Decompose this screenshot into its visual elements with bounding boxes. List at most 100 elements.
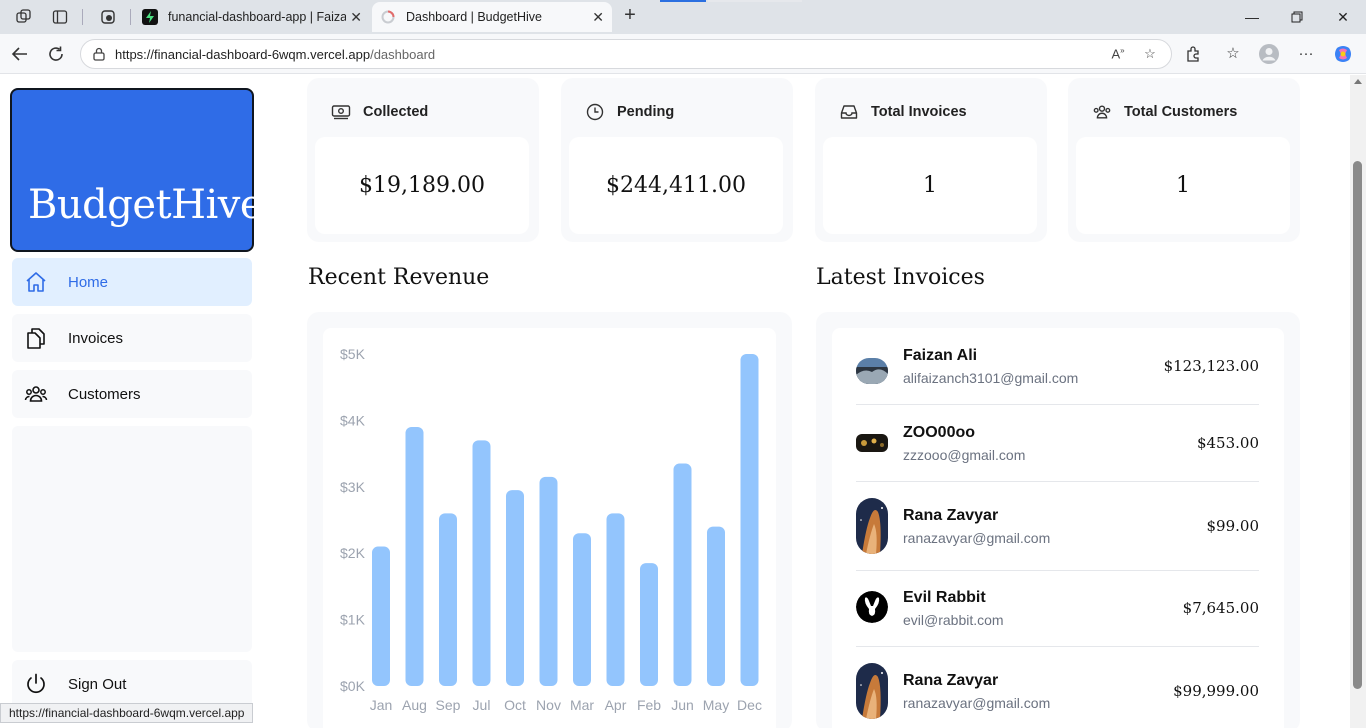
banknotes-icon bbox=[331, 102, 351, 122]
invoice-row[interactable]: Evil Rabbit evil@rabbit.com $7,645.00 bbox=[856, 586, 1259, 646]
restore-icon[interactable] bbox=[1285, 6, 1309, 28]
tab-accent-line bbox=[660, 0, 706, 2]
extensions-icon[interactable] bbox=[1182, 43, 1204, 65]
close-tab-icon[interactable]: ✕ bbox=[350, 9, 362, 26]
invoice-row[interactable]: Rana Zavyar ranazavyar@gmail.com $99.00 bbox=[856, 498, 1259, 564]
revenue-chart: $5K $4K $3K $2K $1K $0KJan Aug Sep Jul Oct Nov Mar A… bbox=[340, 346, 762, 713]
site-info-icon[interactable] bbox=[91, 46, 107, 62]
favorite-star-icon[interactable]: ☆ bbox=[1141, 46, 1159, 64]
dashboard-page: BudgetHive Home Invoices Customers Sign … bbox=[0, 75, 1350, 728]
sidebar-item-customers[interactable]: Customers bbox=[12, 370, 252, 418]
invoice-row[interactable]: ZOO00oo zzzooo@gmail.com $453.00 bbox=[856, 421, 1259, 481]
revenue-bar bbox=[372, 546, 390, 686]
profile-avatar-icon[interactable] bbox=[1258, 43, 1280, 65]
invoice-amount: $99,999.00 bbox=[1173, 682, 1259, 700]
invoice-customer-email: zzzooo@gmail.com bbox=[903, 447, 1026, 463]
document-duplicate-icon bbox=[24, 326, 48, 350]
card-collected: Collected $19,189.00 bbox=[307, 78, 539, 242]
x-axis-tick-label: Nov bbox=[536, 697, 561, 713]
tab-actions-icon[interactable] bbox=[49, 6, 71, 28]
url-path: /dashboard bbox=[370, 47, 436, 62]
card-value: $244,411.00 bbox=[569, 137, 783, 234]
y-axis-tick-label: $0K bbox=[340, 678, 366, 694]
invoice-customer-email: alifaizanch3101@gmail.com bbox=[903, 370, 1079, 386]
home-icon bbox=[24, 270, 48, 294]
tab-title: Dashboard | BudgetHive bbox=[406, 10, 542, 24]
new-tab-button[interactable]: + bbox=[618, 4, 642, 28]
pinned-tab-icon[interactable] bbox=[97, 6, 119, 28]
url-field[interactable]: https://financial-dashboard-6wqm.vercel.… bbox=[80, 39, 1172, 69]
x-axis-tick-label: Dec bbox=[737, 697, 762, 713]
copilot-icon[interactable] bbox=[1332, 43, 1354, 65]
sidebar-item-home[interactable]: Home bbox=[12, 258, 252, 306]
inbox-icon bbox=[839, 102, 859, 122]
x-axis-tick-label: Jan bbox=[370, 697, 393, 713]
latest-invoices-title: Latest Invoices bbox=[816, 265, 985, 290]
revenue-bar bbox=[405, 427, 424, 686]
sidebar-item-label: Invoices bbox=[68, 329, 124, 347]
card-title: Collected bbox=[363, 104, 429, 120]
revenue-bar bbox=[640, 563, 658, 686]
scroll-thumb[interactable] bbox=[1353, 161, 1362, 689]
address-bar: https://financial-dashboard-6wqm.vercel.… bbox=[0, 34, 1366, 74]
clock-icon bbox=[585, 102, 605, 122]
row-divider bbox=[856, 481, 1259, 482]
revenue-bar bbox=[472, 440, 491, 686]
row-divider bbox=[856, 646, 1259, 647]
sign-out-button[interactable]: Sign Out bbox=[12, 660, 252, 708]
y-axis-tick-label: $4K bbox=[340, 412, 366, 428]
y-axis-tick-label: $5K bbox=[340, 346, 366, 362]
card-value: 1 bbox=[1076, 137, 1290, 234]
scroll-up-arrow-icon[interactable] bbox=[1354, 79, 1362, 84]
y-axis-tick-label: $2K bbox=[340, 545, 366, 561]
tab-funancial-dashboard[interactable]: funancial-dashboard-app | Faizan ✕ bbox=[134, 2, 370, 32]
latest-invoices-panel: Faizan Ali alifaizanch3101@gmail.com $12… bbox=[816, 312, 1300, 728]
minimize-icon[interactable]: — bbox=[1240, 6, 1264, 28]
sidebar-item-invoices[interactable]: Invoices bbox=[12, 314, 252, 362]
card-total-customers: Total Customers 1 bbox=[1068, 78, 1300, 242]
invoice-amount: $453.00 bbox=[1196, 434, 1259, 452]
favorites-icon[interactable]: ☆ bbox=[1222, 43, 1244, 65]
customer-avatar bbox=[856, 498, 888, 554]
latest-invoices-list: Faizan Ali alifaizanch3101@gmail.com $12… bbox=[832, 328, 1284, 728]
x-axis-tick-label: Mar bbox=[570, 697, 594, 713]
tab-separator bbox=[130, 9, 131, 25]
tab-dashboard-budgethive[interactable]: Dashboard | BudgetHive ✕ bbox=[372, 2, 612, 32]
card-pending: Pending $244,411.00 bbox=[561, 78, 793, 242]
customer-avatar bbox=[856, 591, 888, 623]
x-axis-tick-label: Jul bbox=[473, 697, 491, 713]
user-group-icon bbox=[24, 382, 48, 406]
customer-avatar bbox=[856, 434, 888, 452]
revenue-bar bbox=[673, 463, 692, 686]
brand-logo[interactable]: BudgetHive bbox=[10, 88, 264, 252]
revenue-bar bbox=[539, 476, 558, 686]
invoice-amount: $99.00 bbox=[1206, 517, 1260, 535]
invoice-row[interactable]: Rana Zavyar ranazavyar@gmail.com $99,999… bbox=[856, 663, 1259, 728]
x-axis-tick-label: Aug bbox=[402, 697, 427, 713]
revenue-bar bbox=[439, 513, 457, 686]
page-scrollbar[interactable] bbox=[1350, 75, 1366, 728]
close-window-icon[interactable]: ✕ bbox=[1331, 6, 1355, 28]
back-icon[interactable] bbox=[8, 42, 32, 66]
revenue-bar bbox=[707, 526, 725, 686]
invoice-row[interactable]: Faizan Ali alifaizanch3101@gmail.com $12… bbox=[856, 344, 1259, 404]
close-tab-icon[interactable]: ✕ bbox=[592, 9, 604, 26]
invoice-amount: $7,645.00 bbox=[1182, 599, 1259, 617]
invoice-customer-email: ranazavyar@gmail.com bbox=[903, 530, 1051, 546]
read-aloud-icon[interactable]: A» bbox=[1109, 46, 1127, 64]
user-group-icon bbox=[1092, 102, 1112, 122]
revenue-chart-area: $5K $4K $3K $2K $1K $0K Jan Aug Sep Jul Oct Nov Mar A… bbox=[323, 328, 776, 728]
invoice-customer-email: ranazavyar@gmail.com bbox=[903, 695, 1051, 711]
invoice-customer-name: ZOO00oo bbox=[903, 424, 976, 441]
tab-title: funancial-dashboard-app | Faizan bbox=[168, 10, 346, 24]
more-options-icon[interactable]: ··· bbox=[1295, 43, 1317, 65]
workspaces-icon[interactable] bbox=[13, 6, 35, 28]
power-icon bbox=[24, 672, 48, 696]
invoice-customer-name: Rana Zavyar bbox=[903, 672, 999, 689]
customer-avatar bbox=[856, 358, 888, 384]
card-title: Total Customers bbox=[1124, 104, 1238, 120]
brand-logo-text: BudgetHive bbox=[28, 182, 264, 228]
x-axis-tick-label: Jun bbox=[671, 697, 694, 713]
refresh-icon[interactable] bbox=[44, 42, 68, 66]
row-divider bbox=[856, 404, 1259, 405]
